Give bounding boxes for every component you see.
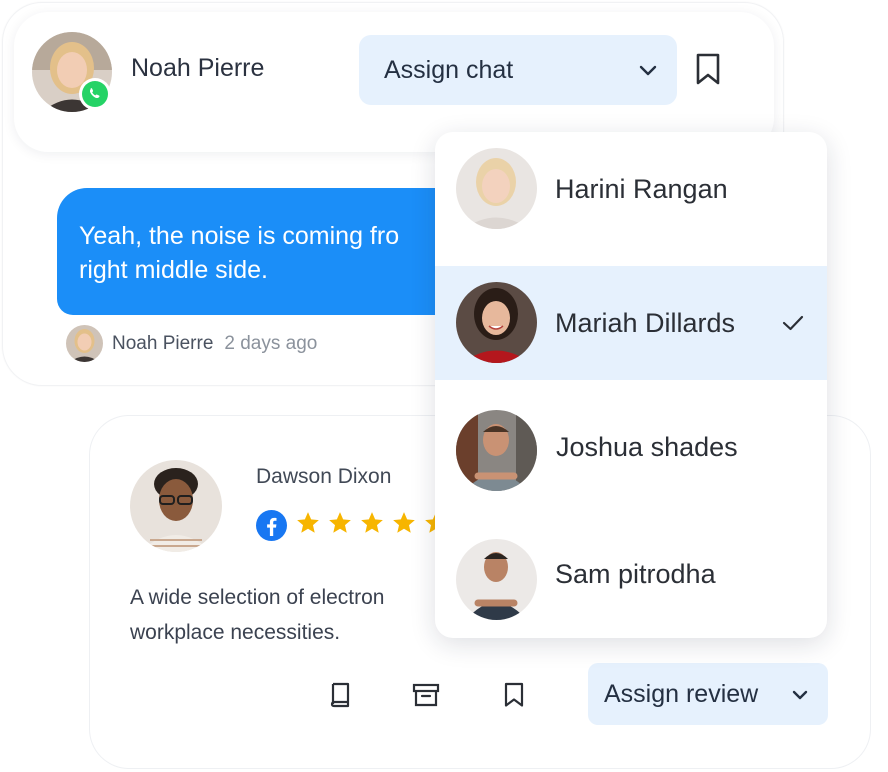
star-icon: [329, 512, 351, 533]
star-icon: [361, 512, 383, 533]
star-rating: [295, 510, 449, 536]
reviewer-avatar[interactable]: [130, 460, 222, 552]
chevron-down-icon: [639, 65, 657, 76]
bookmark-icon[interactable]: [695, 52, 721, 86]
sent-time: 2 days ago: [224, 332, 318, 354]
assign-review-label: Assign review: [604, 679, 759, 708]
message-bubble: Yeah, the noise is coming fro right midd…: [57, 188, 477, 315]
assignee-avatar: [456, 539, 537, 620]
facebook-icon: [256, 510, 287, 541]
star-icon: [297, 512, 319, 533]
sender-avatar: [66, 325, 103, 362]
message-line-1: Yeah, the noise is coming fro: [79, 222, 400, 250]
check-icon: [782, 315, 804, 331]
assignee-option-selected[interactable]: Mariah Dillards: [435, 266, 827, 380]
assign-chat-dropdown[interactable]: Assign chat: [359, 35, 677, 105]
chevron-down-icon: [792, 690, 808, 700]
whatsapp-icon: [82, 81, 108, 107]
assignee-option[interactable]: Harini Rangan: [435, 132, 827, 246]
assignee-avatar: [456, 410, 537, 491]
contact-name: Noah Pierre: [131, 54, 265, 82]
book-icon[interactable]: [329, 682, 351, 708]
assignee-avatar: [456, 148, 537, 229]
bookmark-icon[interactable]: [503, 682, 525, 708]
assignee-avatar: [456, 282, 537, 363]
archive-icon[interactable]: [412, 683, 440, 707]
message-meta: Noah Pierre 2 days ago: [66, 325, 317, 362]
review-text-line-1: A wide selection of electron: [130, 586, 385, 609]
assignee-option[interactable]: Joshua shades: [435, 390, 827, 504]
whatsapp-badge: [79, 78, 111, 110]
review-text: A wide selection of electron workplace n…: [130, 580, 450, 650]
star-icon: [393, 512, 415, 533]
message-line-2: right middle side.: [79, 256, 268, 284]
sender-name: Noah Pierre: [112, 332, 214, 354]
assignee-dropdown-menu: Harini Rangan Mariah Dillards Joshua sha…: [435, 132, 827, 638]
assignee-option[interactable]: Sam pitrodha: [435, 517, 827, 631]
reviewer-name: Dawson Dixon: [256, 465, 392, 488]
assignee-name: Mariah Dillards: [555, 307, 736, 338]
assignee-name: Sam pitrodha: [555, 558, 716, 589]
assign-review-dropdown[interactable]: Assign review: [588, 663, 828, 725]
review-text-line-2: workplace necessities.: [130, 621, 341, 644]
assignee-name: Joshua shades: [556, 431, 738, 462]
assignee-name: Harini Rangan: [555, 173, 728, 204]
assign-chat-label: Assign chat: [384, 55, 514, 84]
